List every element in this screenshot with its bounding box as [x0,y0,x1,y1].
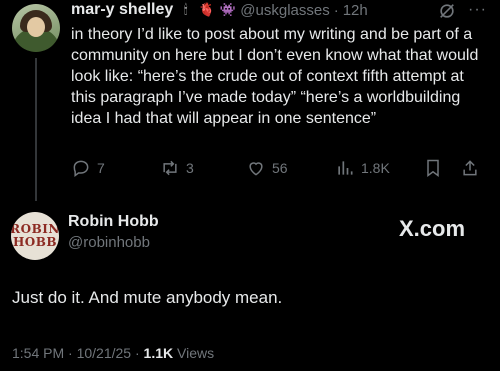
bookmark-button[interactable] [423,158,443,178]
user-handle[interactable]: @uskglasses [240,2,329,19]
reply-count: 7 [97,160,105,176]
x-com-watermark: X.com [399,216,466,241]
share-button[interactable] [460,158,480,178]
repost-icon [163,160,177,176]
analytics-icon [338,161,353,175]
views-button[interactable]: 1.8K [335,158,390,178]
avatar[interactable] [12,4,60,52]
anatomical-heart-emoji: 🫀 [198,2,215,17]
meta-separator: · [68,345,73,361]
more-options-icon[interactable]: ··· [468,1,487,19]
like-count: 56 [272,160,288,176]
post-text: in theory I’d like to post about my writ… [71,26,479,127]
views-count: 1.1K [143,345,174,361]
candle-emoji: 🕯 [183,2,188,17]
reply-post-text: Just do it. And mute anybody mean. [12,288,283,307]
post-metadata: 1:54 PM · 10/21/25 · 1.1K Views [12,345,214,361]
thread-connector-line [35,58,37,201]
view-count: 1.8K [361,160,390,176]
post-timestamp[interactable]: 1:54 PM [12,345,64,361]
separator-dot: · [333,1,339,19]
repost-button[interactable]: 3 [160,158,194,178]
post-header: mar-y shelley 🕯 🫀 👾 @uskglasses · 12h [71,0,368,20]
reply-icon [73,160,89,177]
share-icon [463,160,477,176]
display-name[interactable]: mar-y shelley [71,1,173,19]
like-button[interactable]: 56 [246,158,288,178]
heart-icon [249,162,263,176]
views-label: Views [177,345,215,361]
bookmark-icon [427,159,439,177]
reply-display-name[interactable]: Robin Hobb [68,213,159,231]
post-time[interactable]: 12h [343,2,368,19]
avatar-text-line2: HOBB [12,235,58,249]
reply-user-handle[interactable]: @robinhobb [68,234,150,251]
avatar-face [27,17,45,37]
reply-button[interactable]: 7 [71,158,105,178]
action-bar: 7 3 56 1.8K [71,158,491,180]
monster-emoji: 👾 [219,2,236,17]
grok-icon[interactable] [438,2,456,20]
robin-hobb-avatar[interactable]: ROBIN HOBB [11,212,59,260]
meta-separator: · [134,345,140,361]
repost-count: 3 [186,160,194,176]
post-date[interactable]: 10/21/25 [77,345,132,361]
